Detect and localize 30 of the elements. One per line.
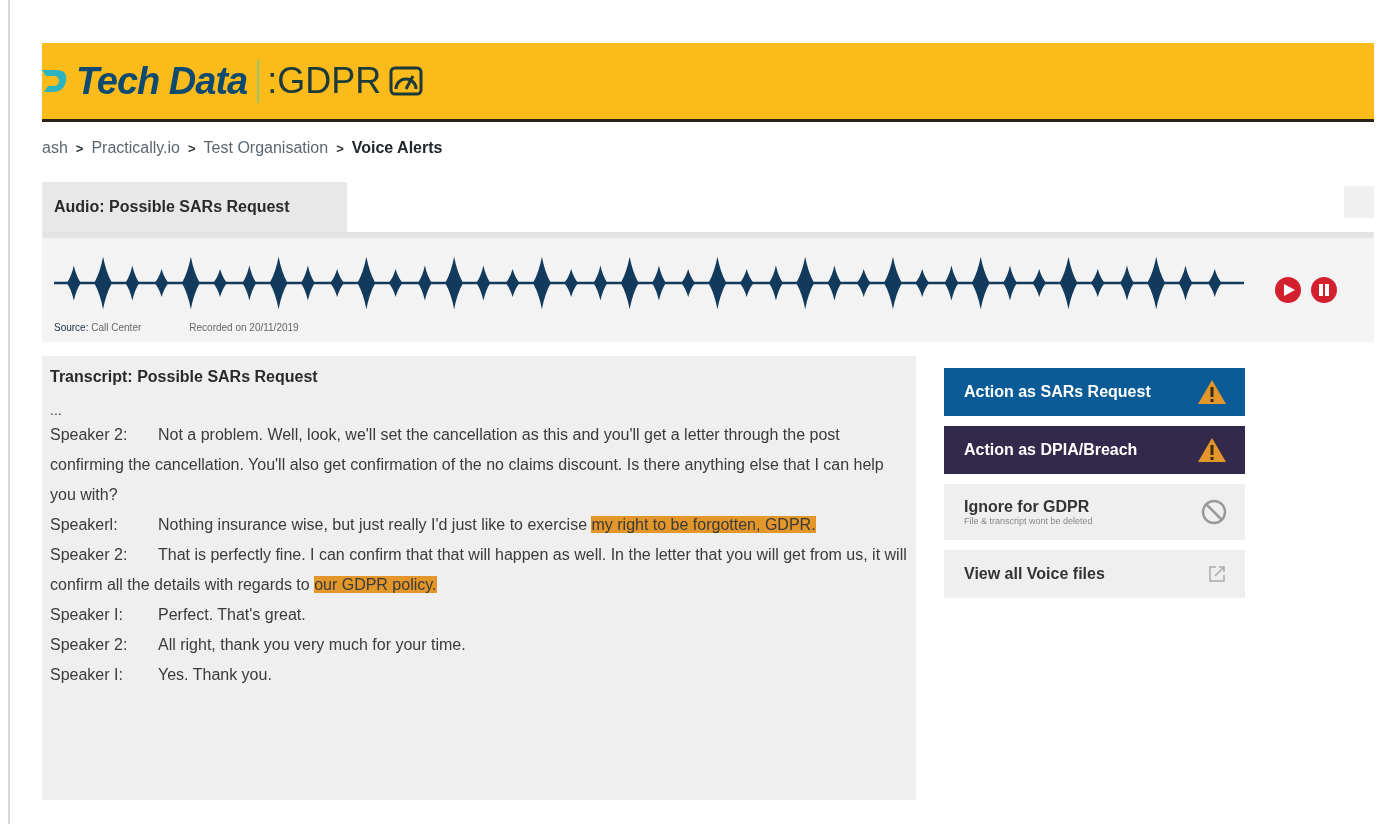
transcript-title: Transcript: Possible SARs Request [50,368,319,386]
dpia-action-button[interactable]: Action as DPIA/Breach [944,426,1245,474]
sars-action-button[interactable]: Action as SARs Request [944,368,1245,416]
pause-icon[interactable] [1310,276,1338,304]
breadcrumb-link[interactable]: Practically.io [91,139,180,157]
external-link-icon [1207,564,1227,584]
breadcrumb-separator: > [75,140,84,156]
breadcrumb-separator: > [188,140,196,156]
brand-name: Tech Data [76,59,260,103]
gauge-icon [389,66,424,96]
warning-icon [1197,378,1227,406]
transcript-line: Speaker 2: Not a problem. Well, look, we'll set the cancellation as this and you'll get a letter through the post confirming the cancellation. You'll also get confirmation of the no claims discount. Is there anything else that I can help you with? [50,425,885,505]
transcript-line: Speakerl: Nothing insurance wise, but just really I'd just like to exercise my right to be forgotten, GDPR. [50,515,817,535]
transcript-line: Speaker I: Perfect. That's great. [50,605,307,625]
play-icon[interactable] [1274,276,1302,304]
breadcrumb-link[interactable]: ash [42,139,68,157]
breadcrumb-separator: > [336,140,344,156]
view-files-button[interactable]: View all Voice files [944,550,1245,598]
ellipsis-text: ... [50,401,63,420]
transcript-line: Speaker 2: All right, thank you very much for your time. [50,635,467,655]
recorded-date: Recorded on 20/11/2019 [189,321,299,333]
product-name: :GDPR [267,60,382,102]
source-text: Source: Call Center [54,321,142,333]
ignore-action-button[interactable]: Ignore for GDPR File & transcript wont be deleted [944,484,1245,540]
transcript-line: Speaker I: Yes. Thank you. [50,665,273,685]
transcript-line: Speaker 2: That is perfectly fine. I can confirm that that will happen as well. In the letter that you will get from us, it will confirm all the details with regards to our GDPR policy. [50,545,908,595]
breadcrumb-link[interactable]: Test Organisation [203,139,329,157]
warning-icon [1197,436,1227,464]
audio-tab[interactable]: Audio: Possible SARs Request [42,182,347,232]
prohibited-icon [1201,499,1227,525]
